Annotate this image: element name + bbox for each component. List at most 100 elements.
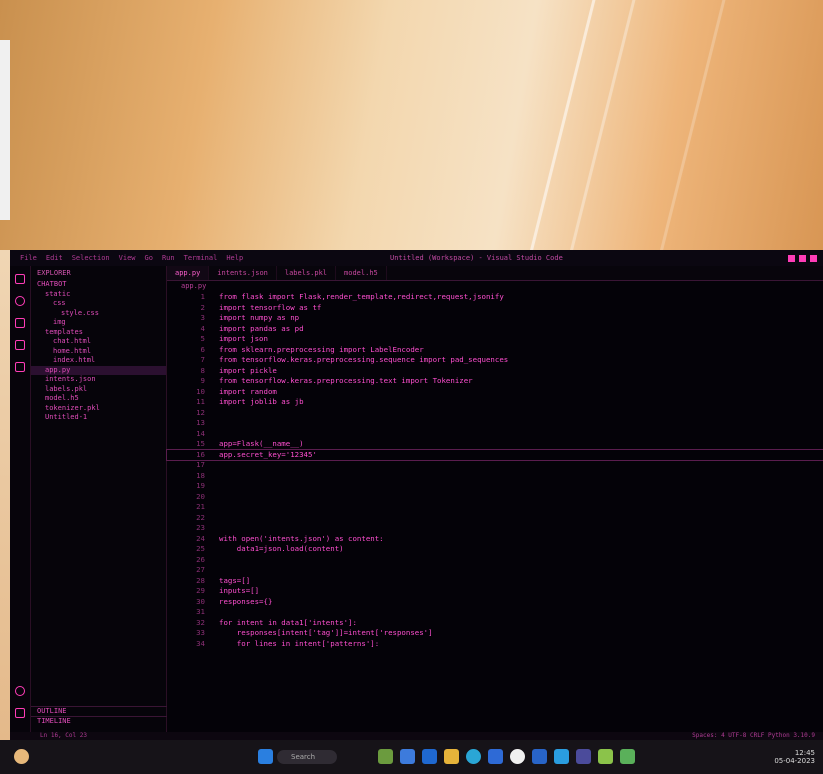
code-line[interactable]: 16 app.secret_key='12345': [166, 448, 823, 461]
weather-icon[interactable]: [14, 749, 29, 764]
account-icon[interactable]: [15, 686, 25, 696]
code-line[interactable]: 7 from tensorflow.keras.preprocessing.seq…: [167, 355, 823, 366]
code-line[interactable]: 4 import pandas as pd: [167, 324, 823, 335]
store-icon[interactable]: [488, 749, 503, 764]
tree-item[interactable]: home.html: [31, 347, 166, 357]
task-view-icon[interactable]: [378, 749, 393, 764]
extensions-icon[interactable]: [15, 362, 25, 372]
code-line[interactable]: 17: [167, 460, 823, 471]
menu-terminal[interactable]: Terminal: [184, 254, 218, 262]
source-control-icon[interactable]: [15, 318, 25, 328]
code-line[interactable]: 12: [167, 408, 823, 419]
menu-go[interactable]: Go: [145, 254, 153, 262]
settings-gear-icon[interactable]: [15, 708, 25, 718]
taskbar: Search 12:45 05-04-2023: [0, 740, 823, 774]
chat-icon[interactable]: [400, 749, 415, 764]
menu-selection[interactable]: Selection: [72, 254, 110, 262]
search-icon[interactable]: [15, 296, 25, 306]
app-icon-3[interactable]: [620, 749, 635, 764]
chrome-icon[interactable]: [510, 749, 525, 764]
code-line[interactable]: 27: [167, 565, 823, 576]
app-icon-2[interactable]: [598, 749, 613, 764]
maximize-icon[interactable]: [799, 254, 806, 262]
code-line[interactable]: 18: [167, 471, 823, 482]
tab-intents-json[interactable]: intents.json: [209, 266, 277, 280]
browser-icon[interactable]: [466, 749, 481, 764]
code-line[interactable]: 8 import pickle: [167, 366, 823, 377]
tab-labels-pkl[interactable]: labels.pkl: [277, 266, 337, 280]
code-line[interactable]: 5 import json: [167, 334, 823, 345]
code-line[interactable]: 14: [167, 429, 823, 440]
code-line[interactable]: 6 from sklearn.preprocessing import Label…: [167, 345, 823, 356]
close-icon[interactable]: [810, 254, 817, 262]
line-text: app.secret_key='12345': [219, 449, 317, 459]
vscode-taskbar-icon[interactable]: [554, 749, 569, 764]
code-line[interactable]: 13: [167, 418, 823, 429]
tree-item[interactable]: tokenizer.pkl: [31, 404, 166, 414]
mail-icon[interactable]: [532, 749, 547, 764]
edge-icon[interactable]: [422, 749, 437, 764]
run-debug-icon[interactable]: [15, 340, 25, 350]
tree-item[interactable]: chat.html: [31, 337, 166, 347]
system-clock[interactable]: 12:45 05-04-2023: [774, 749, 815, 765]
code-line[interactable]: 23: [167, 523, 823, 534]
line-number: 27: [196, 565, 205, 574]
code-line[interactable]: 32 for intent in data1['intents']:: [167, 618, 823, 629]
code-line[interactable]: 29 inputs=[]: [167, 586, 823, 597]
code-line[interactable]: 33 responses[intent['tag']]=intent['resp…: [167, 628, 823, 639]
code-editor[interactable]: 1 from flask import Flask,render_template…: [166, 292, 823, 650]
code-line[interactable]: 20: [167, 492, 823, 503]
code-line[interactable]: 31: [167, 607, 823, 618]
menu-help[interactable]: Help: [226, 254, 243, 262]
taskbar-search[interactable]: Search: [277, 750, 337, 764]
code-line[interactable]: 19: [167, 481, 823, 492]
tab-app-py[interactable]: app.py: [167, 266, 210, 280]
code-line[interactable]: 15 app=Flask(__name__): [167, 439, 823, 450]
code-line[interactable]: 9 from tensorflow.keras.preprocessing.tex…: [167, 376, 823, 387]
tree-item[interactable]: style.css: [31, 309, 166, 319]
tree-item[interactable]: templates: [31, 328, 166, 338]
windows-start-icon[interactable]: [258, 749, 273, 764]
app-icon[interactable]: [576, 749, 591, 764]
code-line[interactable]: 24 with open('intents.json') as content:: [167, 534, 823, 545]
tab-model-h5[interactable]: model.h5: [336, 266, 387, 280]
file-explorer-icon[interactable]: [444, 749, 459, 764]
code-line[interactable]: 2 import tensorflow as tf: [167, 303, 823, 314]
tree-item[interactable]: intents.json: [31, 375, 166, 385]
line-text: from tensorflow.keras.preprocessing.text…: [219, 376, 473, 385]
code-line[interactable]: 22: [167, 513, 823, 524]
tree-item[interactable]: static: [31, 290, 166, 300]
tree-item[interactable]: model.h5: [31, 394, 166, 404]
minimize-icon[interactable]: [788, 254, 795, 262]
tree-item[interactable]: css: [31, 299, 166, 309]
explorer-icon[interactable]: [15, 274, 25, 284]
code-line[interactable]: 30 responses={}: [167, 597, 823, 608]
line-text: data1=json.load(content): [219, 544, 344, 553]
menu-edit[interactable]: Edit: [46, 254, 63, 262]
menu-view[interactable]: View: [119, 254, 136, 262]
code-line[interactable]: 10 import random: [167, 387, 823, 398]
tree-item[interactable]: CHATBOT: [31, 280, 166, 290]
code-line[interactable]: 26: [167, 555, 823, 566]
code-line[interactable]: 34 for lines in intent['patterns']:: [167, 639, 823, 650]
code-line[interactable]: 25 data1=json.load(content): [167, 544, 823, 555]
code-line[interactable]: 11 import joblib as jb: [167, 397, 823, 408]
code-line[interactable]: 28 tags=[]: [167, 576, 823, 587]
breadcrumb[interactable]: app.py: [167, 281, 823, 291]
line-number: 30: [196, 596, 205, 606]
code-line[interactable]: 21: [167, 502, 823, 513]
tree-item[interactable]: labels.pkl: [31, 385, 166, 395]
code-line[interactable]: 1 from flask import Flask,render_template…: [167, 292, 823, 303]
menu-file[interactable]: File: [20, 254, 37, 262]
outline-section[interactable]: OUTLINE: [31, 706, 172, 716]
tree-item[interactable]: img: [31, 318, 166, 328]
tree-item[interactable]: app.py: [31, 365, 166, 375]
cursor-position[interactable]: Ln 16, Col 23: [40, 732, 87, 739]
timeline-section[interactable]: TIMELINE: [31, 716, 172, 726]
explorer-panel: EXPLORER CHATBOT static css style.css img tem…: [31, 266, 172, 732]
status-right-items[interactable]: Spaces: 4 UTF-8 CRLF Python 3.10.9: [692, 732, 815, 740]
tree-item[interactable]: index.html: [31, 356, 166, 366]
menu-run[interactable]: Run: [162, 254, 175, 262]
code-line[interactable]: 3 import numpy as np: [167, 313, 823, 324]
tree-item[interactable]: Untitled-1: [31, 413, 166, 423]
